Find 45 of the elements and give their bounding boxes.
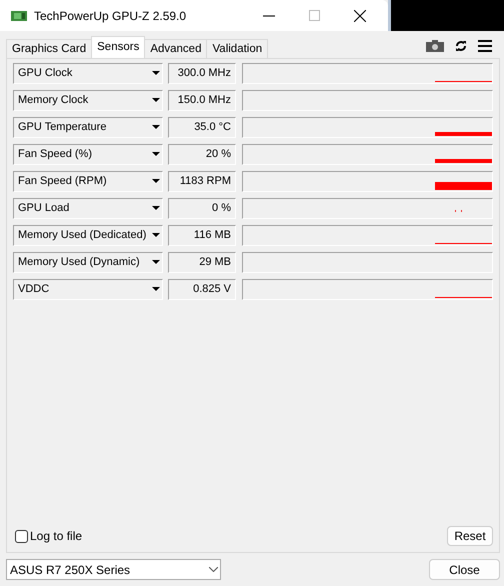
sensor-value: 1183 RPM — [168, 171, 236, 192]
sensor-value: 0.825 V — [168, 279, 236, 300]
sensor-dropdown[interactable]: GPU Load — [13, 198, 163, 219]
sensor-dropdown[interactable]: Memory Clock — [13, 90, 163, 111]
caret-icon[interactable] — [152, 287, 160, 291]
tab[interactable]: Validation — [206, 39, 268, 58]
sensor-dropdown[interactable]: GPU Clock — [13, 63, 163, 84]
sensor-value: 20 % — [168, 144, 236, 165]
refresh-icon[interactable] — [455, 40, 467, 52]
caret-icon[interactable] — [152, 152, 160, 156]
sensor-value: 29 MB — [168, 252, 236, 273]
caret-icon[interactable] — [152, 98, 160, 102]
device-dropdown[interactable]: ASUS R7 250X Series — [6, 559, 221, 580]
close-icon[interactable] — [354, 10, 366, 22]
sensor-dropdown[interactable]: Memory Used (Dedicated) — [13, 225, 163, 246]
camera-icon[interactable] — [426, 40, 444, 52]
caret-icon[interactable] — [152, 260, 160, 264]
sensor-value: 150.0 MHz — [168, 90, 236, 111]
caret-icon[interactable] — [152, 179, 160, 183]
sensor-value: 0 % — [168, 198, 236, 219]
graph-trace — [435, 159, 492, 163]
reset-button[interactable]: Reset — [447, 526, 493, 546]
sensor-dropdown[interactable]: VDDC — [13, 279, 163, 300]
sensor-dropdown[interactable]: Memory Used (Dynamic) — [13, 252, 163, 273]
caret-icon[interactable] — [152, 125, 160, 129]
graph-trace — [435, 132, 492, 136]
window-title: TechPowerUp GPU-Z 2.59.0 — [34, 8, 186, 22]
caret-icon[interactable] — [152, 233, 160, 237]
sensor-value: 116 MB — [168, 225, 236, 246]
graphics-card-icon — [11, 10, 27, 22]
caret-icon[interactable] — [152, 71, 160, 75]
close-button[interactable]: Close — [429, 559, 500, 580]
tab[interactable]: Graphics Card — [6, 39, 92, 58]
graph-trace — [435, 182, 492, 190]
sensor-dropdown[interactable]: Fan Speed (RPM) — [13, 171, 163, 192]
checkbox-label[interactable]: Log to file — [30, 529, 82, 543]
sensor-value: 35.0 °C — [168, 117, 236, 138]
menu-icon[interactable] — [478, 40, 492, 52]
caret-icon[interactable] — [152, 206, 160, 210]
sensor-dropdown[interactable]: GPU Temperature — [13, 117, 163, 138]
sensor-value: 300.0 MHz — [168, 63, 236, 84]
tab[interactable]: Sensors — [91, 36, 146, 58]
checkbox[interactable] — [15, 530, 28, 542]
chevron-icon[interactable] — [209, 567, 218, 572]
sensor-dropdown[interactable]: Fan Speed (%) — [13, 144, 163, 165]
